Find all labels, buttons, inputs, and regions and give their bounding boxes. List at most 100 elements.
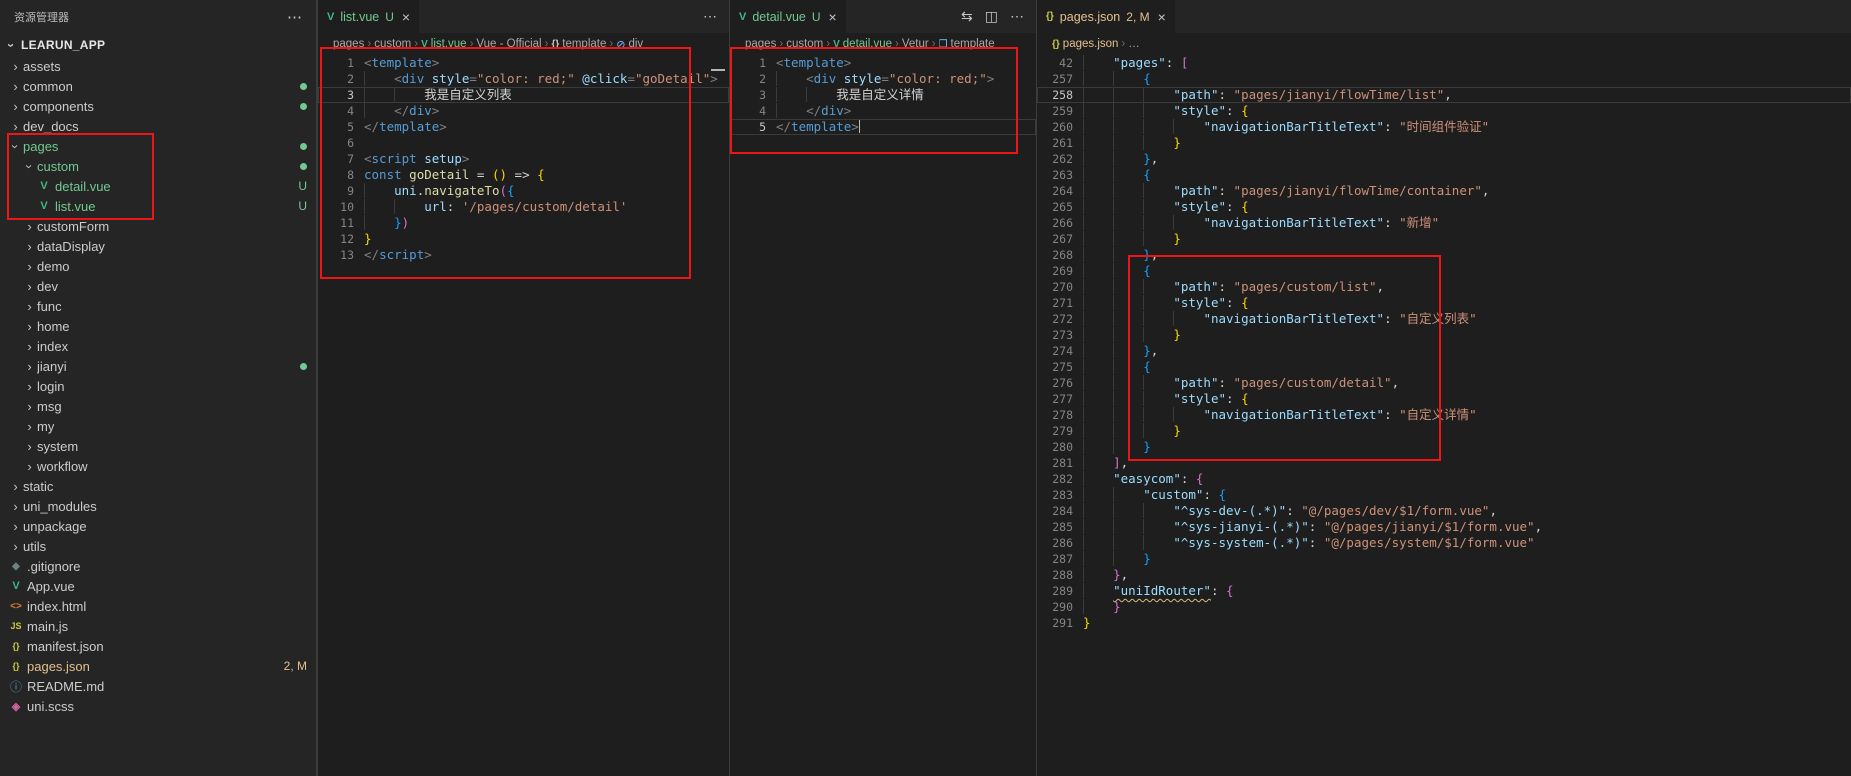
code-line[interactable]: 280 }	[1037, 439, 1851, 455]
breadcrumb-item-Vue - Official[interactable]: Vue - Official	[476, 38, 541, 50]
tree-folder-login[interactable]: ›login	[0, 376, 316, 396]
code-line[interactable]: 291}	[1037, 615, 1851, 631]
code-line[interactable]: 283 "custom": {	[1037, 487, 1851, 503]
code-line[interactable]: 266 "navigationBarTitleText": "新增"	[1037, 215, 1851, 231]
tree-file-list.vue[interactable]: Vlist.vueU	[0, 196, 316, 216]
code-line[interactable]: 272 "navigationBarTitleText": "自定义列表"	[1037, 311, 1851, 327]
tree-folder-index[interactable]: ›index	[0, 336, 316, 356]
code-line[interactable]: 289 "uniIdRouter": {	[1037, 583, 1851, 599]
tree-file-App.vue[interactable]: VApp.vue	[0, 576, 316, 596]
code-line[interactable]: 4 </div>	[730, 103, 1036, 119]
code-line[interactable]: 290 }	[1037, 599, 1851, 615]
tree-folder-jianyi[interactable]: ›jianyi	[0, 356, 316, 376]
tree-folder-demo[interactable]: ›demo	[0, 256, 316, 276]
code-line[interactable]: 2 <div style="color: red;">	[730, 71, 1036, 87]
breadcrumb-item-template[interactable]: {}template	[551, 38, 606, 50]
code-line[interactable]: 11 })	[318, 215, 729, 231]
code-line[interactable]: 7<script setup>	[318, 151, 729, 167]
tree-folder-unpackage[interactable]: ›unpackage	[0, 516, 316, 536]
open-changes-icon[interactable]: ⇆	[961, 8, 973, 25]
tree-folder-uni_modules[interactable]: ›uni_modules	[0, 496, 316, 516]
code-line[interactable]: 263 {	[1037, 167, 1851, 183]
code-line[interactable]: 282 "easycom": {	[1037, 471, 1851, 487]
code-line[interactable]: 4 </div>	[318, 103, 729, 119]
code-line[interactable]: 270 "path": "pages/custom/list",	[1037, 279, 1851, 295]
tree-folder-static[interactable]: ›static	[0, 476, 316, 496]
code-line[interactable]: 275 {	[1037, 359, 1851, 375]
tree-folder-msg[interactable]: ›msg	[0, 396, 316, 416]
breadcrumb-item-pages.json[interactable]: {}pages.json	[1052, 38, 1118, 50]
code-line[interactable]: 265 "style": {	[1037, 199, 1851, 215]
code-line[interactable]: 13</script>	[318, 247, 729, 263]
close-icon[interactable]: ×	[402, 9, 410, 25]
tree-folder-func[interactable]: ›func	[0, 296, 316, 316]
tree-folder-dataDisplay[interactable]: ›dataDisplay	[0, 236, 316, 256]
code-line[interactable]: 42 "pages": [	[1037, 55, 1851, 71]
code-line[interactable]: 5</template>	[730, 119, 1036, 135]
tree-file-index.html[interactable]: <>index.html	[0, 596, 316, 616]
tree-folder-dev_docs[interactable]: ›dev_docs	[0, 116, 316, 136]
code-line[interactable]: 258 "path": "pages/jianyi/flowTime/list"…	[1037, 87, 1851, 103]
code-line[interactable]: 276 "path": "pages/custom/detail",	[1037, 375, 1851, 391]
code-line[interactable]: 264 "path": "pages/jianyi/flowTime/conta…	[1037, 183, 1851, 199]
code-line[interactable]: 268 },	[1037, 247, 1851, 263]
more-actions-icon[interactable]: ⋯	[287, 8, 302, 26]
tree-folder-home[interactable]: ›home	[0, 316, 316, 336]
tab-detail.vue[interactable]: Vdetail.vueU×	[730, 0, 847, 33]
tab-list.vue[interactable]: Vlist.vueU×	[318, 0, 420, 33]
code-line[interactable]: 277 "style": {	[1037, 391, 1851, 407]
code-line[interactable]: 1<template>	[730, 55, 1036, 71]
project-root-row[interactable]: › LEARUN_APP	[0, 34, 316, 56]
breadcrumb-item-custom[interactable]: custom	[786, 38, 823, 50]
code-line[interactable]: 261 }	[1037, 135, 1851, 151]
code-line[interactable]: 285 "^sys-jianyi-(.*)": "@/pages/jianyi/…	[1037, 519, 1851, 535]
code-line[interactable]: 267 }	[1037, 231, 1851, 247]
code-line[interactable]: 281 ],	[1037, 455, 1851, 471]
code-line[interactable]: 279 }	[1037, 423, 1851, 439]
code-line[interactable]: 8const goDetail = () => {	[318, 167, 729, 183]
code-line[interactable]: 1<template>	[318, 55, 729, 71]
tree-folder-assets[interactable]: ›assets	[0, 56, 316, 76]
code-line[interactable]: 271 "style": {	[1037, 295, 1851, 311]
breadcrumb-item-…[interactable]: …	[1128, 38, 1140, 50]
more-icon[interactable]: ⋯	[1010, 8, 1024, 25]
code-line[interactable]: 5</template>	[318, 119, 729, 135]
code-line[interactable]: 10 url: '/pages/custom/detail'	[318, 199, 729, 215]
tab-pages.json[interactable]: {}pages.json2, M×	[1037, 0, 1176, 33]
code-line[interactable]: 6	[318, 135, 729, 151]
breadcrumb-item-custom[interactable]: custom	[374, 38, 411, 50]
breadcrumb-item-Vetur[interactable]: Vetur	[902, 38, 929, 50]
code-line[interactable]: 288 },	[1037, 567, 1851, 583]
code-line[interactable]: 278 "navigationBarTitleText": "自定义详情"	[1037, 407, 1851, 423]
tree-folder-components[interactable]: ›components	[0, 96, 316, 116]
tree-folder-workflow[interactable]: ›workflow	[0, 456, 316, 476]
tree-folder-common[interactable]: ›common	[0, 76, 316, 96]
tree-file-README.md[interactable]: ⓘREADME.md	[0, 676, 316, 696]
breadcrumb-item-pages[interactable]: pages	[745, 38, 776, 50]
code-line[interactable]: 3 我是自定义详情	[730, 87, 1036, 103]
breadcrumb-item-div[interactable]: ⊘div	[616, 38, 643, 51]
tree-file-pages.json[interactable]: {}pages.json2, M	[0, 656, 316, 676]
tree-folder-dev[interactable]: ›dev	[0, 276, 316, 296]
tree-folder-customForm[interactable]: ›customForm	[0, 216, 316, 236]
tree-folder-my[interactable]: ›my	[0, 416, 316, 436]
close-icon[interactable]: ×	[1158, 9, 1166, 25]
tree-folder-system[interactable]: ›system	[0, 436, 316, 456]
breadcrumb-item-list.vue[interactable]: Vlist.vue	[421, 38, 466, 50]
split-editor-icon[interactable]: ◫	[985, 8, 998, 25]
breadcrumb-item-pages[interactable]: pages	[333, 38, 364, 50]
tree-folder-utils[interactable]: ›utils	[0, 536, 316, 556]
code-line[interactable]: 262 },	[1037, 151, 1851, 167]
code-line[interactable]: 284 "^sys-dev-(.*)": "@/pages/dev/$1/for…	[1037, 503, 1851, 519]
tree-folder-custom[interactable]: ›custom	[0, 156, 316, 176]
tree-folder-pages[interactable]: ›pages	[0, 136, 316, 156]
code-line[interactable]: 257 {	[1037, 71, 1851, 87]
code-line[interactable]: 287 }	[1037, 551, 1851, 567]
breadcrumb-item-template[interactable]: ❒template	[939, 38, 995, 50]
code-line[interactable]: 286 "^sys-system-(.*)": "@/pages/system/…	[1037, 535, 1851, 551]
tree-file-detail.vue[interactable]: Vdetail.vueU	[0, 176, 316, 196]
tree-file-uni.scss[interactable]: ◈uni.scss	[0, 696, 316, 716]
code-line[interactable]: 12}	[318, 231, 729, 247]
tree-file-.gitignore[interactable]: ◆.gitignore	[0, 556, 316, 576]
code-line[interactable]: 3 我是自定义列表	[318, 87, 729, 103]
